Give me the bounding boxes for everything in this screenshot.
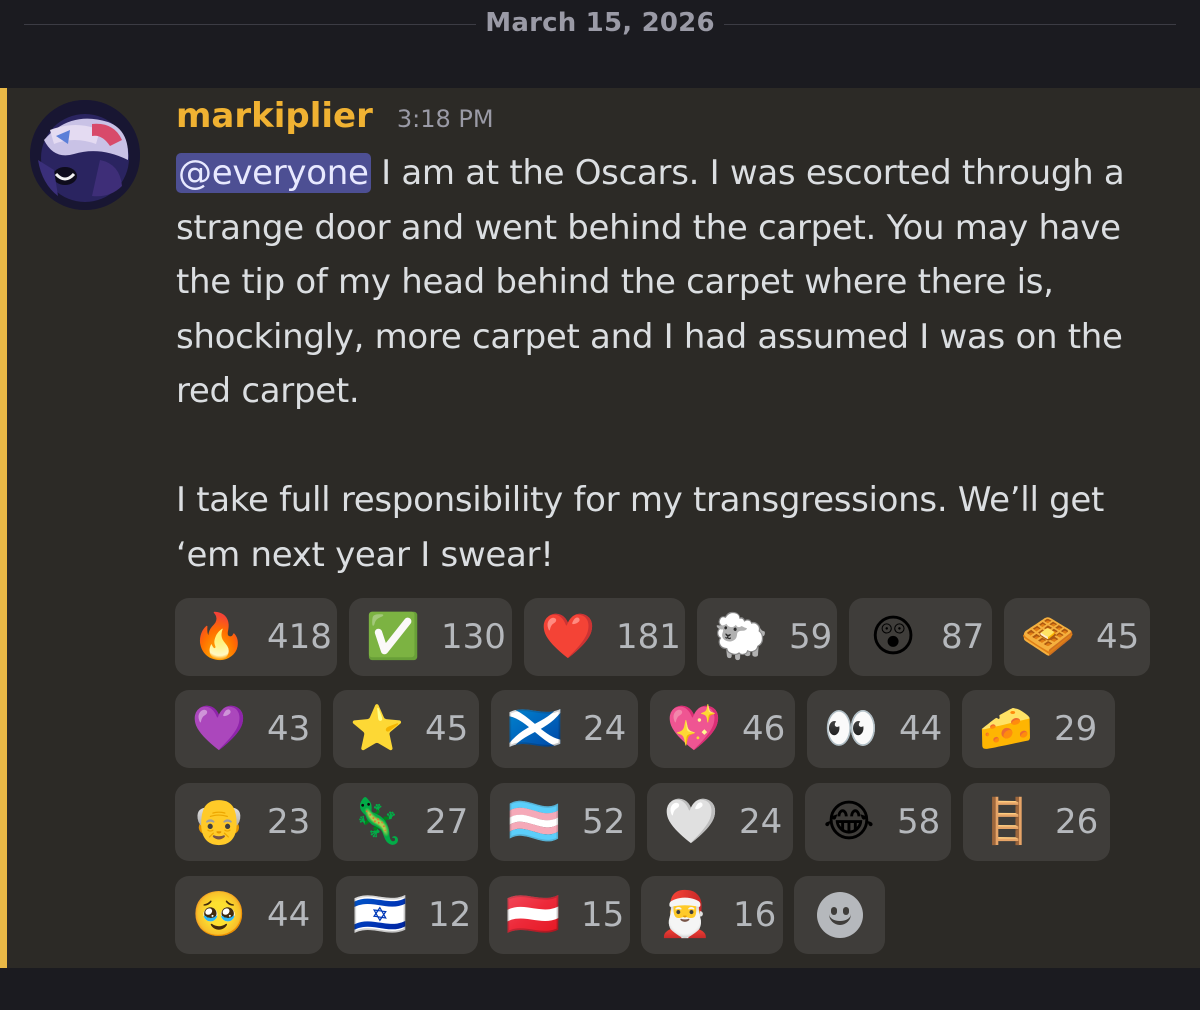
israel-flag-icon: 🇮🇱 xyxy=(352,889,408,940)
reaction-astonished-face[interactable]: 😲 87 xyxy=(849,598,992,676)
mention-everyone[interactable]: @everyone xyxy=(176,153,371,193)
reaction-count: 24 xyxy=(583,709,627,749)
eyes-icon: 👀 xyxy=(823,703,879,754)
reaction-count: 27 xyxy=(425,802,469,842)
message-paragraph-2: I take full responsibility for my transg… xyxy=(176,480,1105,575)
waffle-icon: 🧇 xyxy=(1020,611,1076,662)
austria-flag-icon: 🇦🇹 xyxy=(505,889,561,940)
reaction-count: 46 xyxy=(742,709,786,749)
reaction-count: 58 xyxy=(897,802,941,842)
ladder-icon: 🪜 xyxy=(979,796,1035,847)
reaction-count: 59 xyxy=(789,617,833,657)
reaction-scotland-flag[interactable]: 🏴󠁧󠁢󠁳󠁣󠁴󠁿 24 xyxy=(491,690,638,768)
reaction-santa[interactable]: 🎅 16 xyxy=(641,876,783,954)
reaction-count: 12 xyxy=(428,895,472,935)
reaction-red-heart[interactable]: ❤️ 181 xyxy=(524,598,685,676)
transgender-flag-icon: 🏳️‍⚧️ xyxy=(506,796,562,847)
smile-icon xyxy=(816,892,863,938)
avatar[interactable] xyxy=(30,100,140,210)
reaction-ladder[interactable]: 🪜 26 xyxy=(963,783,1110,861)
reaction-count: 43 xyxy=(267,709,311,749)
scotland-flag-icon: 🏴󠁧󠁢󠁳󠁣󠁴󠁿 xyxy=(507,703,563,754)
message-paragraph-1: @everyone I am at the Oscars. I was esco… xyxy=(176,146,1166,419)
reaction-austria-flag[interactable]: 🇦🇹 15 xyxy=(489,876,630,954)
astonished-face-icon: 😲 xyxy=(870,611,916,662)
reaction-count: 23 xyxy=(267,802,311,842)
reaction-sparkling-heart[interactable]: 💖 46 xyxy=(650,690,795,768)
lizard-icon: 🦎 xyxy=(349,796,405,847)
divider-date: March 15, 2026 xyxy=(485,8,715,38)
reaction-count: 181 xyxy=(616,617,681,657)
timestamp[interactable]: 3:18 PM xyxy=(397,105,494,133)
reaction-count: 26 xyxy=(1055,802,1099,842)
reaction-count: 29 xyxy=(1054,709,1098,749)
message-content: @everyone I am at the Oscars. I was esco… xyxy=(176,146,1166,582)
reaction-fire[interactable]: 🔥 418 xyxy=(175,598,337,676)
fire-icon: 🔥 xyxy=(191,611,247,662)
holding-back-tears-icon: 🥹 xyxy=(191,889,247,940)
white-heart-icon: 🤍 xyxy=(663,796,719,847)
reaction-count: 418 xyxy=(267,617,332,657)
red-heart-icon: ❤️ xyxy=(540,611,596,662)
reaction-holding-back-tears[interactable]: 🥹 44 xyxy=(175,876,323,954)
reaction-white-check-mark[interactable]: ✅ 130 xyxy=(349,598,512,676)
username[interactable]: markiplier xyxy=(176,96,373,136)
reaction-count: 16 xyxy=(733,895,777,935)
reaction-count: 44 xyxy=(267,895,311,935)
mention-highlight-bar xyxy=(0,88,7,968)
add-reaction-button[interactable] xyxy=(794,876,885,954)
reaction-eyes[interactable]: 👀 44 xyxy=(807,690,950,768)
reaction-purple-heart[interactable]: 💜 43 xyxy=(175,690,321,768)
cheese-icon: 🧀 xyxy=(978,703,1034,754)
reaction-count: 45 xyxy=(425,709,469,749)
reaction-count: 24 xyxy=(739,802,783,842)
santa-icon: 🎅 xyxy=(657,889,713,940)
reaction-count: 130 xyxy=(441,617,506,657)
star-icon: ⭐ xyxy=(349,703,405,754)
date-divider: March 15, 2026 xyxy=(0,0,1200,56)
white-check-mark-icon: ✅ xyxy=(365,611,421,662)
reaction-white-heart[interactable]: 🤍 24 xyxy=(647,783,793,861)
reaction-sheep[interactable]: 🐑 59 xyxy=(697,598,837,676)
purple-heart-icon: 💜 xyxy=(191,703,247,754)
divider-line-right xyxy=(724,24,1176,25)
reaction-transgender-flag[interactable]: 🏳️‍⚧️ 52 xyxy=(490,783,635,861)
footer-bar xyxy=(0,968,1200,1010)
avatar-image xyxy=(30,100,140,210)
reaction-cheese[interactable]: 🧀 29 xyxy=(962,690,1115,768)
sheep-icon: 🐑 xyxy=(713,611,769,662)
reaction-waffle[interactable]: 🧇 45 xyxy=(1004,598,1150,676)
divider-line-left xyxy=(24,24,476,25)
message[interactable]: markiplier 3:18 PM @everyone I am at the… xyxy=(0,88,1200,968)
chat-view: March 15, 2026 markiplier 3:18 PM @every… xyxy=(0,0,1200,1010)
reaction-count: 15 xyxy=(581,895,625,935)
reaction-lizard[interactable]: 🦎 27 xyxy=(333,783,478,861)
reaction-old-man[interactable]: 👴 23 xyxy=(175,783,321,861)
old-man-icon: 👴 xyxy=(191,796,247,847)
reaction-star[interactable]: ⭐ 45 xyxy=(333,690,479,768)
reaction-count: 45 xyxy=(1096,617,1140,657)
tears-of-joy-icon: 😂 xyxy=(823,796,875,847)
reaction-israel-flag[interactable]: 🇮🇱 12 xyxy=(336,876,478,954)
message-header: markiplier 3:18 PM xyxy=(176,96,494,140)
sparkling-heart-icon: 💖 xyxy=(666,703,722,754)
reaction-count: 44 xyxy=(899,709,943,749)
reaction-count: 87 xyxy=(941,617,985,657)
reaction-tears-of-joy[interactable]: 😂 58 xyxy=(805,783,951,861)
reaction-count: 52 xyxy=(582,802,626,842)
